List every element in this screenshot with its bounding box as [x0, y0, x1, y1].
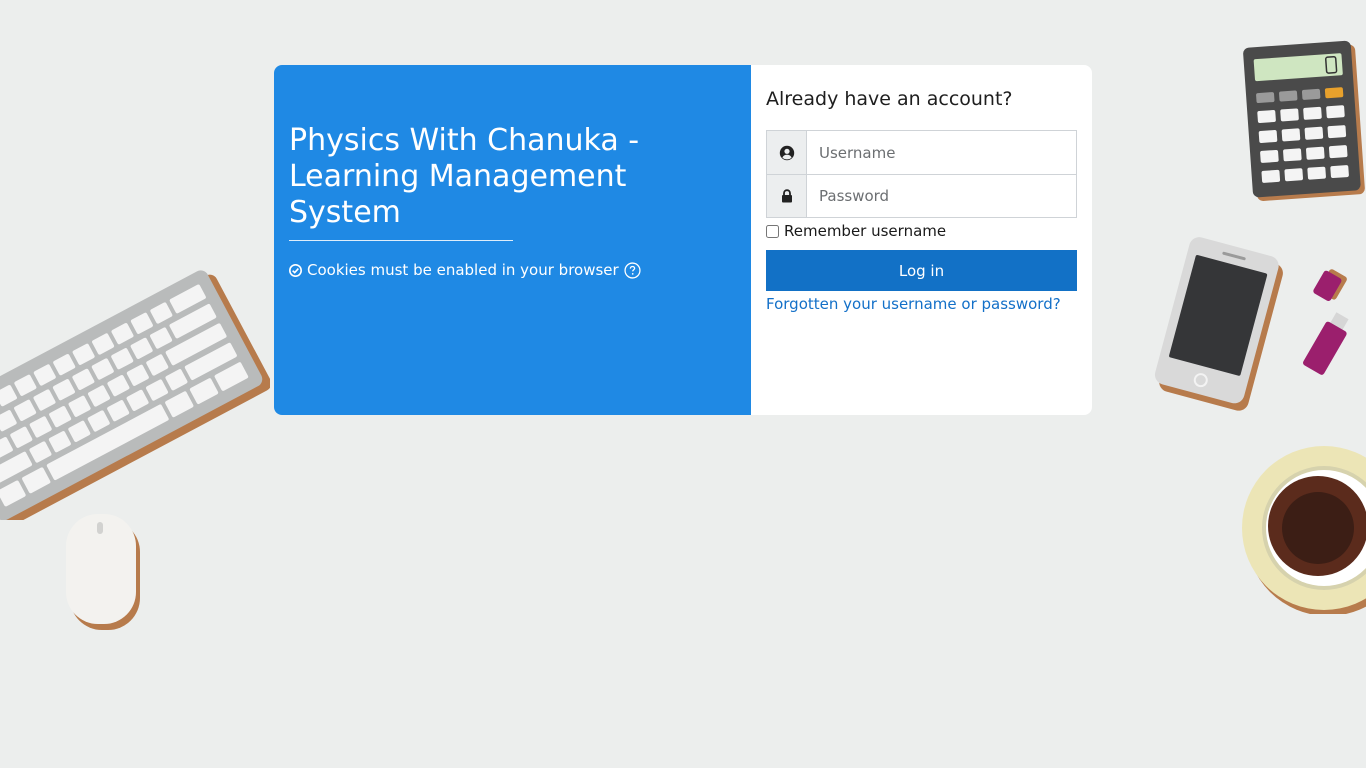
password-row [767, 174, 1076, 217]
credentials-group [766, 130, 1077, 218]
user-circle-icon [779, 145, 794, 160]
login-button[interactable]: Log in [766, 250, 1077, 291]
site-title: Physics With Chanuka - Learning Manageme… [289, 123, 640, 230]
cookie-notice: Cookies must be enabled in your browser [289, 261, 736, 279]
username-row [767, 131, 1076, 174]
title-divider [289, 240, 513, 241]
cookie-notice-text: Cookies must be enabled in your browser [307, 261, 619, 279]
mouse-illustration [66, 514, 140, 630]
login-page: Physics With Chanuka - Learning Manageme… [0, 0, 1366, 768]
login-heading: Already have an account? [766, 88, 1013, 110]
login-card: Physics With Chanuka - Learning Manageme… [274, 65, 1092, 415]
calculator-illustration [1243, 40, 1365, 201]
usb-drive-illustration [1303, 269, 1349, 375]
remember-username-checkbox[interactable] [766, 224, 779, 238]
remember-username-label: Remember username [784, 222, 947, 240]
login-panel: Already have an account? Username Rememb… [751, 65, 1092, 415]
keyboard-illustration [0, 270, 270, 520]
password-addon [767, 175, 807, 217]
username-addon [767, 131, 807, 174]
brand-panel: Physics With Chanuka - Learning Manageme… [274, 65, 751, 415]
check-circle-icon [289, 263, 302, 277]
remember-username[interactable]: Remember username [766, 222, 1077, 240]
coffee-cup-illustration [1242, 446, 1366, 614]
phone-illustration [1154, 237, 1283, 411]
lock-icon [781, 189, 792, 203]
username-input[interactable] [807, 131, 1076, 174]
forgot-password-link[interactable]: Forgotten your username or password? [766, 295, 1077, 313]
question-circle-icon[interactable] [624, 261, 641, 279]
password-input[interactable] [807, 175, 1076, 217]
